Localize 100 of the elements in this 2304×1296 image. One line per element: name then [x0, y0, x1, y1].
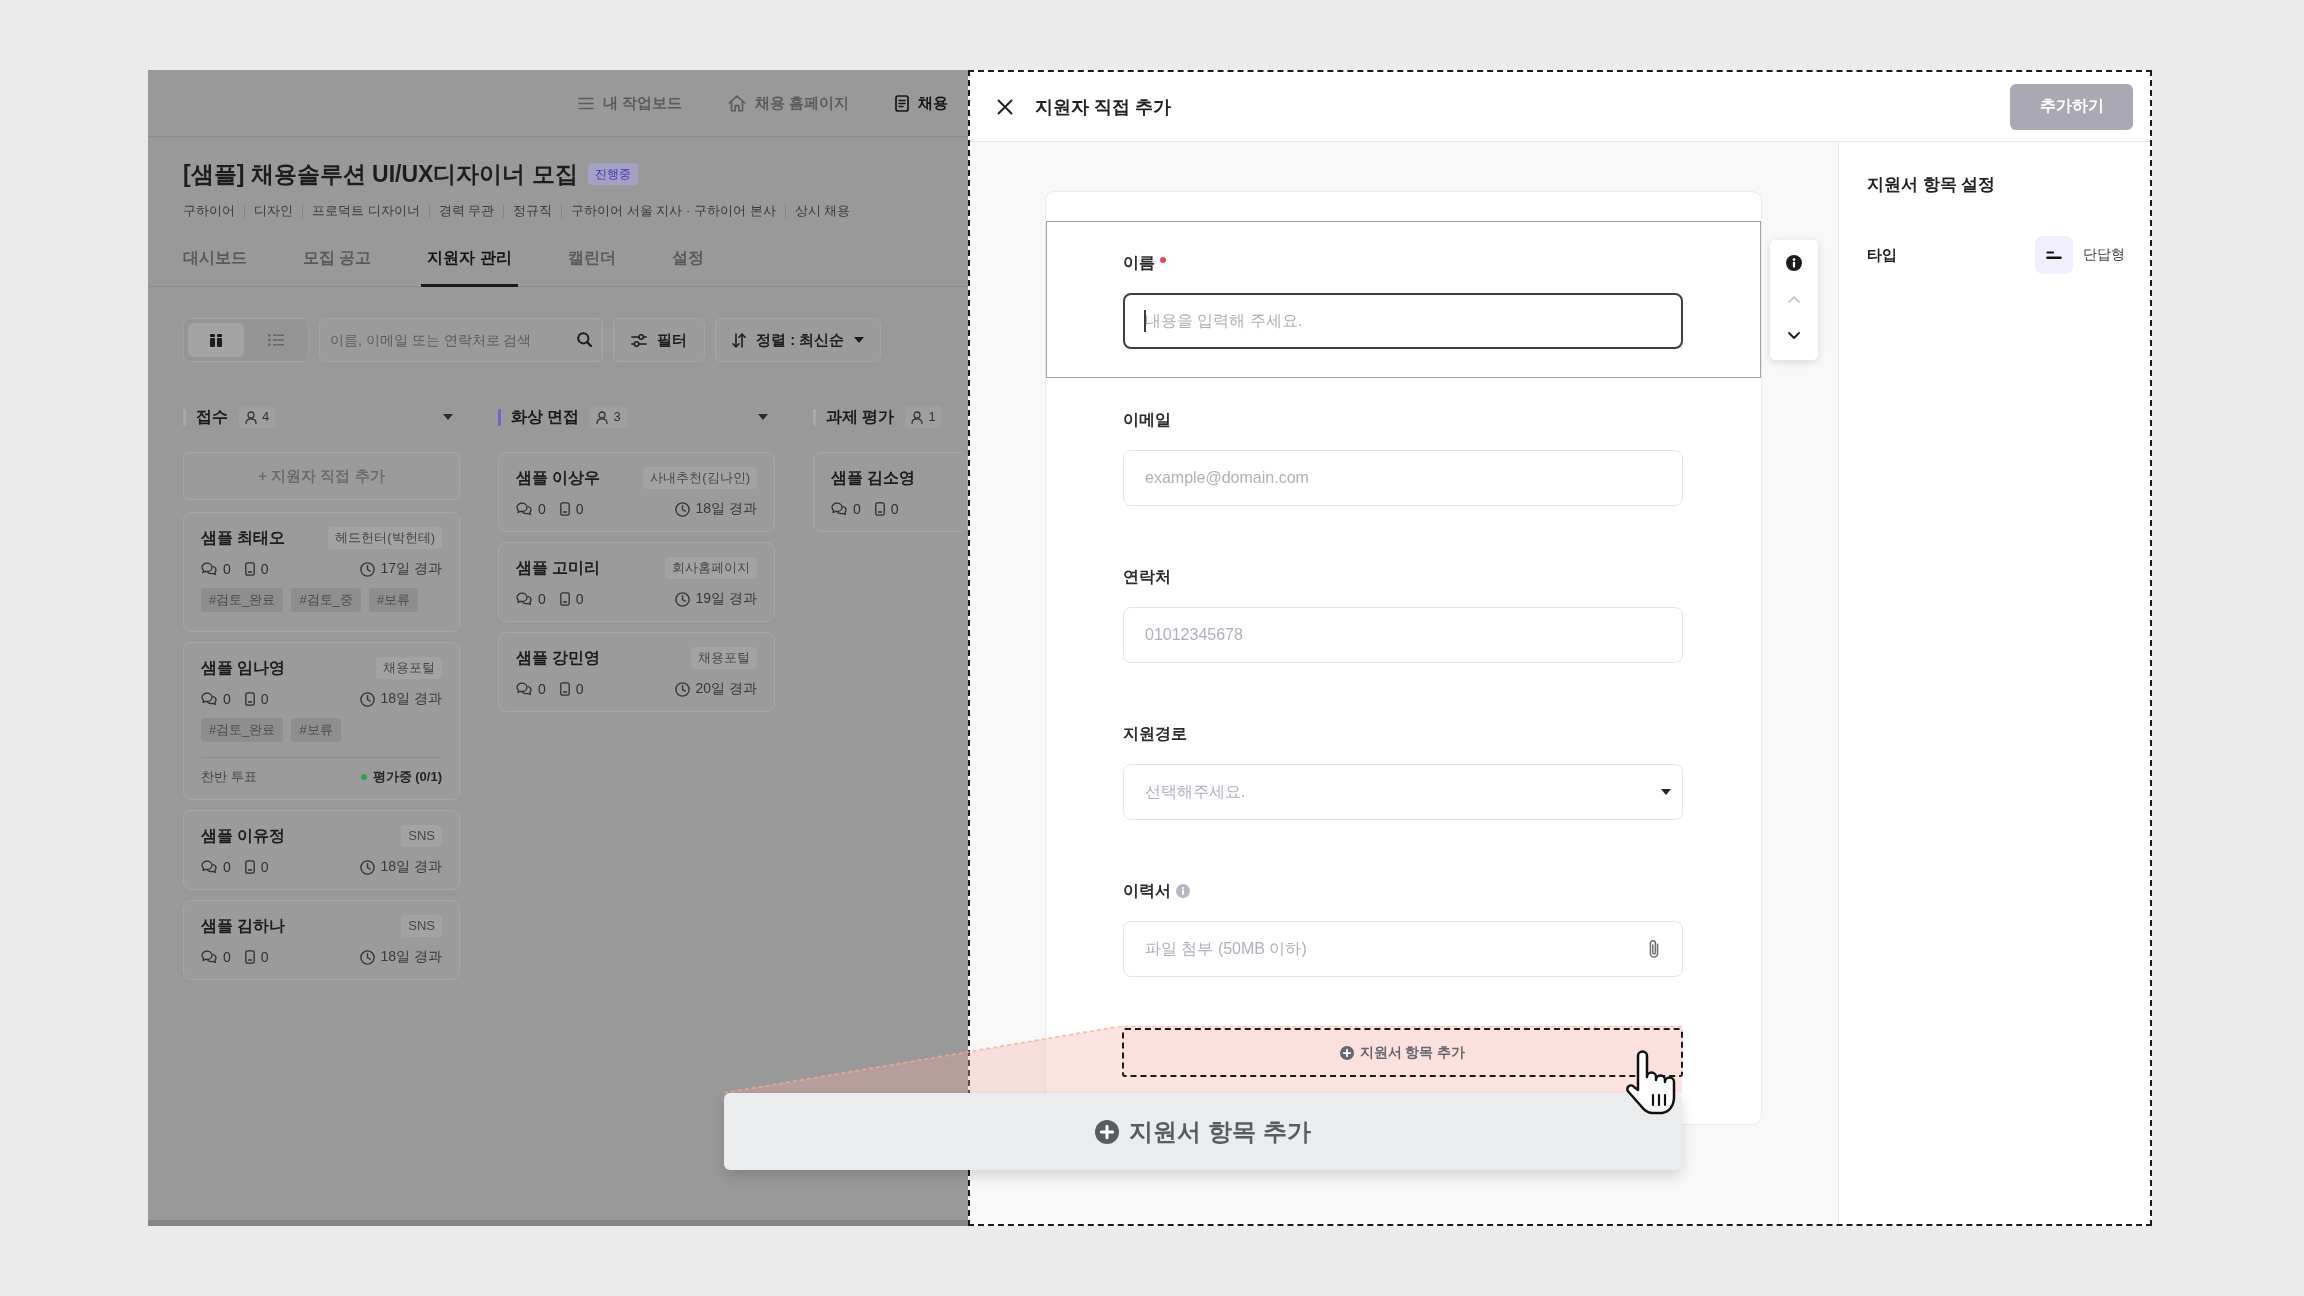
source-tag: 채용포털	[376, 657, 442, 679]
count-text: 0	[575, 681, 584, 697]
select-field[interactable]: 선택해주세요.	[1123, 764, 1683, 820]
list-icon	[268, 334, 284, 346]
search-field[interactable]: 이름, 이메일 또는 연락처로 검색	[319, 318, 603, 362]
source-tag: SNS	[401, 825, 442, 847]
text-cursor	[1144, 310, 1146, 332]
field-label: 연락처	[1123, 567, 1171, 587]
phone-icon	[559, 682, 570, 696]
elapsed-text: 18일 경과	[380, 948, 442, 966]
home-icon	[727, 94, 746, 112]
search-icon	[577, 332, 592, 347]
applicant-card[interactable]: 샘플 최태오 헤드헌터(박헌테) 0 0 17일 경과 #검토_완료 #검토_중 #보류	[183, 512, 460, 632]
file-field[interactable]: 파일 첨부 (50MB 이하)	[1123, 921, 1683, 977]
count-text: 0	[853, 501, 861, 517]
panel-title: 지원서 항목 설정	[1867, 174, 1997, 196]
applicant-card[interactable]: 샘플 이유정 SNS 0 0 18일 경과	[183, 810, 460, 890]
tag: #검토_완료	[201, 588, 284, 612]
count-text: 4	[262, 409, 270, 425]
comment-icon	[831, 502, 847, 516]
comment-icon	[516, 502, 532, 516]
tab[interactable]: 지원자 관리	[421, 238, 518, 287]
source-tag: 헤드헌터(박헌테)	[328, 527, 442, 549]
posting-title: [샘플] 채용솔루션 UI/UX디자이너 모집	[183, 160, 578, 189]
caret-icon[interactable]	[443, 414, 453, 420]
text-field[interactable]: 내용을 입력해 주세요.	[1123, 293, 1683, 349]
applicant-name: 샘플 강민영	[516, 647, 601, 668]
sort-icon	[732, 332, 746, 348]
applicant-card[interactable]: 샘플 이상우 사내추천(김나인) 0 0 18일 경과	[498, 452, 775, 532]
meta-text: 상시 채용	[784, 204, 860, 218]
sliders-icon	[631, 333, 647, 347]
person-icon	[596, 410, 609, 424]
close-icon	[997, 98, 1013, 115]
count-text: 0	[890, 501, 899, 517]
caret-icon	[1661, 789, 1671, 795]
column-title: 과제 평가	[826, 406, 895, 427]
source-tag: SNS	[401, 915, 442, 937]
count-text: 0	[538, 591, 546, 607]
applicant-card[interactable]: 샘플 김하나 SNS 0 0 18일 경과	[183, 900, 460, 980]
elapsed-text: 19일 경과	[695, 590, 757, 608]
elapsed-text: 18일 경과	[380, 858, 442, 876]
filter-button[interactable]: 필터	[613, 318, 705, 362]
comment-icon	[516, 682, 532, 696]
source-tag: 채용포털	[691, 647, 757, 669]
count-text: 0	[260, 691, 269, 707]
person-icon	[911, 410, 924, 424]
meta-text: 디자인	[244, 204, 302, 218]
meta-text: 경력 무관	[428, 204, 504, 218]
comment-icon	[201, 562, 217, 576]
status-dot-icon	[360, 774, 367, 780]
field-label: 지원경로	[1123, 724, 1187, 744]
caret-icon[interactable]	[758, 414, 768, 420]
phone-icon	[874, 502, 885, 516]
phone-icon	[244, 860, 255, 874]
count-text: 0	[538, 501, 546, 517]
count-text: 0	[223, 691, 231, 707]
count-text: 0	[260, 949, 269, 965]
comment-icon	[201, 692, 217, 706]
comment-icon	[201, 860, 217, 874]
person-icon	[245, 410, 257, 424]
tag: #검토_중	[291, 588, 361, 612]
field-label: 이메일	[1123, 410, 1171, 430]
count-text: 0	[223, 561, 231, 577]
meta-text: 구하이어 서울 지사 · 구하이어 본사	[561, 204, 785, 218]
sort-button[interactable]: 정렬 : 최신순	[715, 318, 882, 362]
vote-label: 찬반 투표	[201, 768, 257, 786]
board-view-button[interactable]	[188, 323, 244, 357]
applicant-card[interactable]: 샘플 강민영 채용포털 0 0 20일 경과	[498, 632, 775, 712]
applicant-card[interactable]: 샘플 고미리 회사홈페이지 0 0 19일 경과	[498, 542, 775, 622]
hand-cursor-icon	[1624, 1050, 1676, 1115]
count-text: 1	[928, 409, 936, 425]
count-text: 0	[538, 681, 546, 697]
applicant-card[interactable]: 샘플 임나영 채용포털 0 0 18일 경과 #검토_완료 #보류 찬반 투표 평가중 (0/1)	[183, 642, 460, 800]
applicant-name: 샘플 이유정	[201, 825, 286, 846]
modal-title: 지원자 직접 추가	[1035, 95, 1171, 119]
count-text: 0	[260, 859, 269, 875]
applicant-card[interactable]: 샘플 김소영 0 0	[813, 452, 968, 532]
clock-icon	[674, 501, 690, 517]
field-label: 이름	[1123, 253, 1155, 273]
meta-text: 정규직	[503, 204, 562, 218]
plus-circle-icon	[1339, 1045, 1354, 1060]
column-title: 접수	[196, 406, 228, 427]
document-icon	[895, 94, 909, 112]
phone-icon	[559, 592, 570, 606]
count-text: 0	[260, 561, 269, 577]
tag: #검토_완료	[201, 718, 284, 742]
phone-icon	[559, 502, 570, 516]
nav-link[interactable]: 채용	[895, 93, 948, 113]
phone-icon	[244, 692, 255, 706]
add-item-button[interactable]: 지원서 항목 추가	[1122, 1028, 1683, 1077]
close-button[interactable]	[997, 98, 1013, 115]
horizontal-scrollbar[interactable]	[148, 1220, 968, 1226]
count-text: 0	[223, 949, 231, 965]
paperclip-icon	[1648, 939, 1660, 959]
count-text: 3	[613, 409, 621, 425]
clock-icon	[359, 859, 375, 875]
applicant-name: 샘플 임나영	[201, 657, 286, 678]
count-text: 0	[223, 859, 231, 875]
source-tag: 회사홈페이지	[665, 557, 757, 579]
elapsed-text: 18일 경과	[380, 690, 442, 708]
